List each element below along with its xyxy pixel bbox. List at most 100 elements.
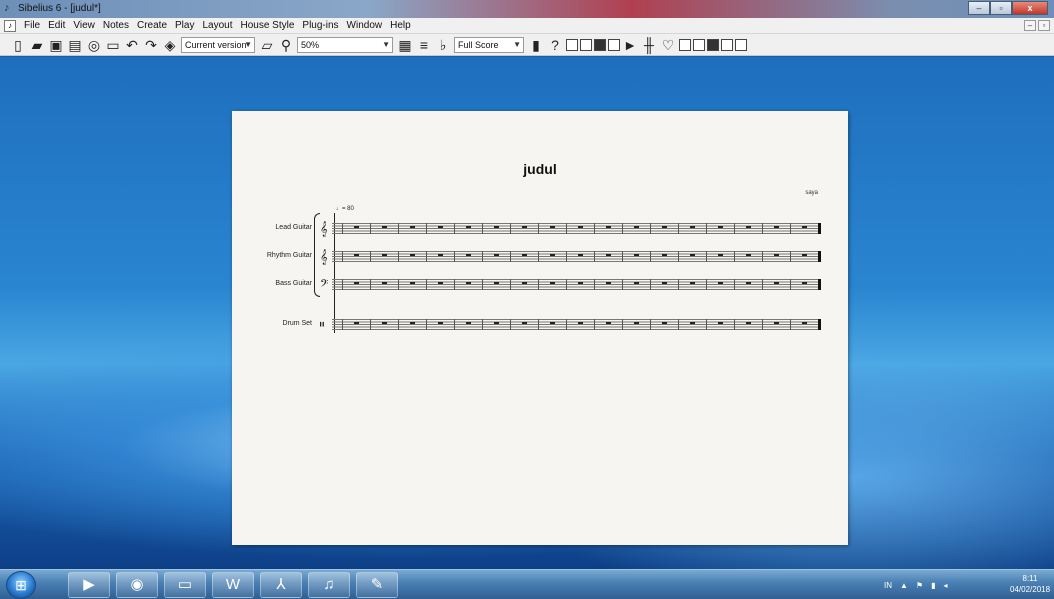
score-workspace[interactable]: judul saya ♩= 80 Lead Guitar Rhythm Guit… xyxy=(0,57,1054,569)
battery-icon[interactable]: ▮ xyxy=(931,581,935,590)
menu-layout[interactable]: Layout xyxy=(198,20,236,31)
instrument-label[interactable]: Rhythm Guitar xyxy=(242,252,312,259)
instrument-label[interactable]: Drum Set xyxy=(242,320,312,327)
menu-file[interactable]: File xyxy=(20,20,44,31)
bar-rest[interactable] xyxy=(690,322,695,324)
bar-rest[interactable] xyxy=(634,282,639,284)
view-toggle[interactable] xyxy=(735,38,747,51)
instrument-label[interactable]: Lead Guitar xyxy=(242,224,312,231)
bar-rest[interactable] xyxy=(690,254,695,256)
zoom-icon[interactable]: ⚲ xyxy=(278,37,294,53)
menu-plug-ins[interactable]: Plug-ins xyxy=(298,20,342,31)
menu-edit[interactable]: Edit xyxy=(44,20,69,31)
print-icon[interactable]: ▭ xyxy=(105,37,121,53)
bar-rest[interactable] xyxy=(606,254,611,256)
bar-rest[interactable] xyxy=(578,226,583,228)
bar-rest[interactable] xyxy=(550,282,555,284)
document-icon[interactable]: ♪ xyxy=(4,19,16,32)
zoom-select[interactable]: 50% ▼ xyxy=(297,36,393,53)
bar-rest[interactable] xyxy=(578,254,583,256)
keyboard-toggle[interactable] xyxy=(693,38,705,51)
staff-drum-set[interactable] xyxy=(332,319,820,330)
ideas-icon[interactable]: ♡ xyxy=(660,37,676,53)
bar-rest[interactable] xyxy=(746,254,751,256)
open-file-icon[interactable]: ▰ xyxy=(29,37,45,53)
bar-rest[interactable] xyxy=(662,322,667,324)
play-icon[interactable]: ► xyxy=(622,37,638,53)
help-icon[interactable]: ? xyxy=(547,37,563,53)
bar-rest[interactable] xyxy=(494,226,499,228)
bar-rest[interactable] xyxy=(354,282,359,284)
bar-rest[interactable] xyxy=(578,322,583,324)
bar-rest[interactable] xyxy=(774,254,779,256)
comment-icon[interactable]: ▱ xyxy=(259,37,275,53)
video-toggle[interactable] xyxy=(608,38,620,51)
bar-rest[interactable] xyxy=(494,254,499,256)
document-restore-button[interactable]: ▫ xyxy=(1038,20,1050,31)
score-page[interactable]: judul saya ♩= 80 Lead Guitar Rhythm Guit… xyxy=(232,111,848,545)
bar-rest[interactable] xyxy=(466,254,471,256)
score-title[interactable]: judul xyxy=(232,161,848,177)
menu-notes[interactable]: Notes xyxy=(99,20,133,31)
composer-text[interactable]: saya xyxy=(805,190,818,196)
bar-rest[interactable] xyxy=(690,282,695,284)
bar-rest[interactable] xyxy=(718,226,723,228)
language-indicator[interactable]: IN xyxy=(884,581,892,590)
bar-rest[interactable] xyxy=(438,254,443,256)
bar-rest[interactable] xyxy=(410,322,415,324)
staff-bass-guitar[interactable] xyxy=(332,279,820,290)
sibelius-app-icon[interactable]: ♪ xyxy=(4,2,16,15)
bar-rest[interactable] xyxy=(382,282,387,284)
taskbar-acrobat[interactable]: ⅄ xyxy=(260,572,302,598)
menu-house-style[interactable]: House Style xyxy=(236,20,298,31)
taskbar-file-explorer[interactable]: ▭ xyxy=(164,572,206,598)
bar-rest[interactable] xyxy=(634,254,639,256)
tempo-marking[interactable]: ♩= 80 xyxy=(336,206,354,212)
bar-rest[interactable] xyxy=(774,322,779,324)
bar-rest[interactable] xyxy=(382,254,387,256)
bar-rest[interactable] xyxy=(802,254,807,256)
maximize-button[interactable]: ▫ xyxy=(990,1,1012,15)
bar-rest[interactable] xyxy=(354,226,359,228)
bar-rest[interactable] xyxy=(522,226,527,228)
version-select[interactable]: Current version ▼ xyxy=(181,36,255,53)
document-minimize-button[interactable]: – xyxy=(1024,20,1036,31)
bar-rest[interactable] xyxy=(718,254,723,256)
focus-staves-icon[interactable]: ≡ xyxy=(416,37,432,53)
bar-rest[interactable] xyxy=(662,282,667,284)
save-as-icon[interactable]: ▤ xyxy=(67,37,83,53)
save-icon[interactable]: ▣ xyxy=(48,37,64,53)
bar-rest[interactable] xyxy=(802,282,807,284)
taskbar-sibelius[interactable]: ♫ xyxy=(308,572,350,598)
undo-icon[interactable]: ↶ xyxy=(124,37,140,53)
menu-play[interactable]: Play xyxy=(171,20,198,31)
new-file-icon[interactable]: ▯ xyxy=(10,37,26,53)
bar-rest[interactable] xyxy=(522,282,527,284)
bar-rest[interactable] xyxy=(494,322,499,324)
instrument-label[interactable]: Bass Guitar xyxy=(242,280,312,287)
bar-rest[interactable] xyxy=(550,322,555,324)
bar-rest[interactable] xyxy=(662,254,667,256)
close-button[interactable]: x xyxy=(1012,1,1048,15)
bar-rest[interactable] xyxy=(802,226,807,228)
bar-rest[interactable] xyxy=(774,282,779,284)
score-view-select[interactable]: Full Score ▼ xyxy=(454,36,524,53)
bar-rest[interactable] xyxy=(382,322,387,324)
bar-rest[interactable] xyxy=(550,226,555,228)
bar-rest[interactable] xyxy=(354,254,359,256)
bar-rest[interactable] xyxy=(746,226,751,228)
staff-lead-guitar[interactable] xyxy=(332,223,820,234)
staff-rhythm-guitar[interactable] xyxy=(332,251,820,262)
navigator-toggle[interactable] xyxy=(566,38,578,51)
bar-rest[interactable] xyxy=(466,282,471,284)
clock[interactable]: 8:11 04/02/2018 xyxy=(1010,573,1050,595)
bar-rest[interactable] xyxy=(606,322,611,324)
bar-rest[interactable] xyxy=(354,322,359,324)
parts-icon[interactable]: ▮ xyxy=(528,37,544,53)
action-center-icon[interactable]: ⚑ xyxy=(916,581,923,590)
bar-rest[interactable] xyxy=(438,282,443,284)
properties-toggle[interactable] xyxy=(679,38,691,51)
bar-rest[interactable] xyxy=(438,226,443,228)
transport-toggle[interactable] xyxy=(721,38,733,51)
bar-rest[interactable] xyxy=(746,282,751,284)
